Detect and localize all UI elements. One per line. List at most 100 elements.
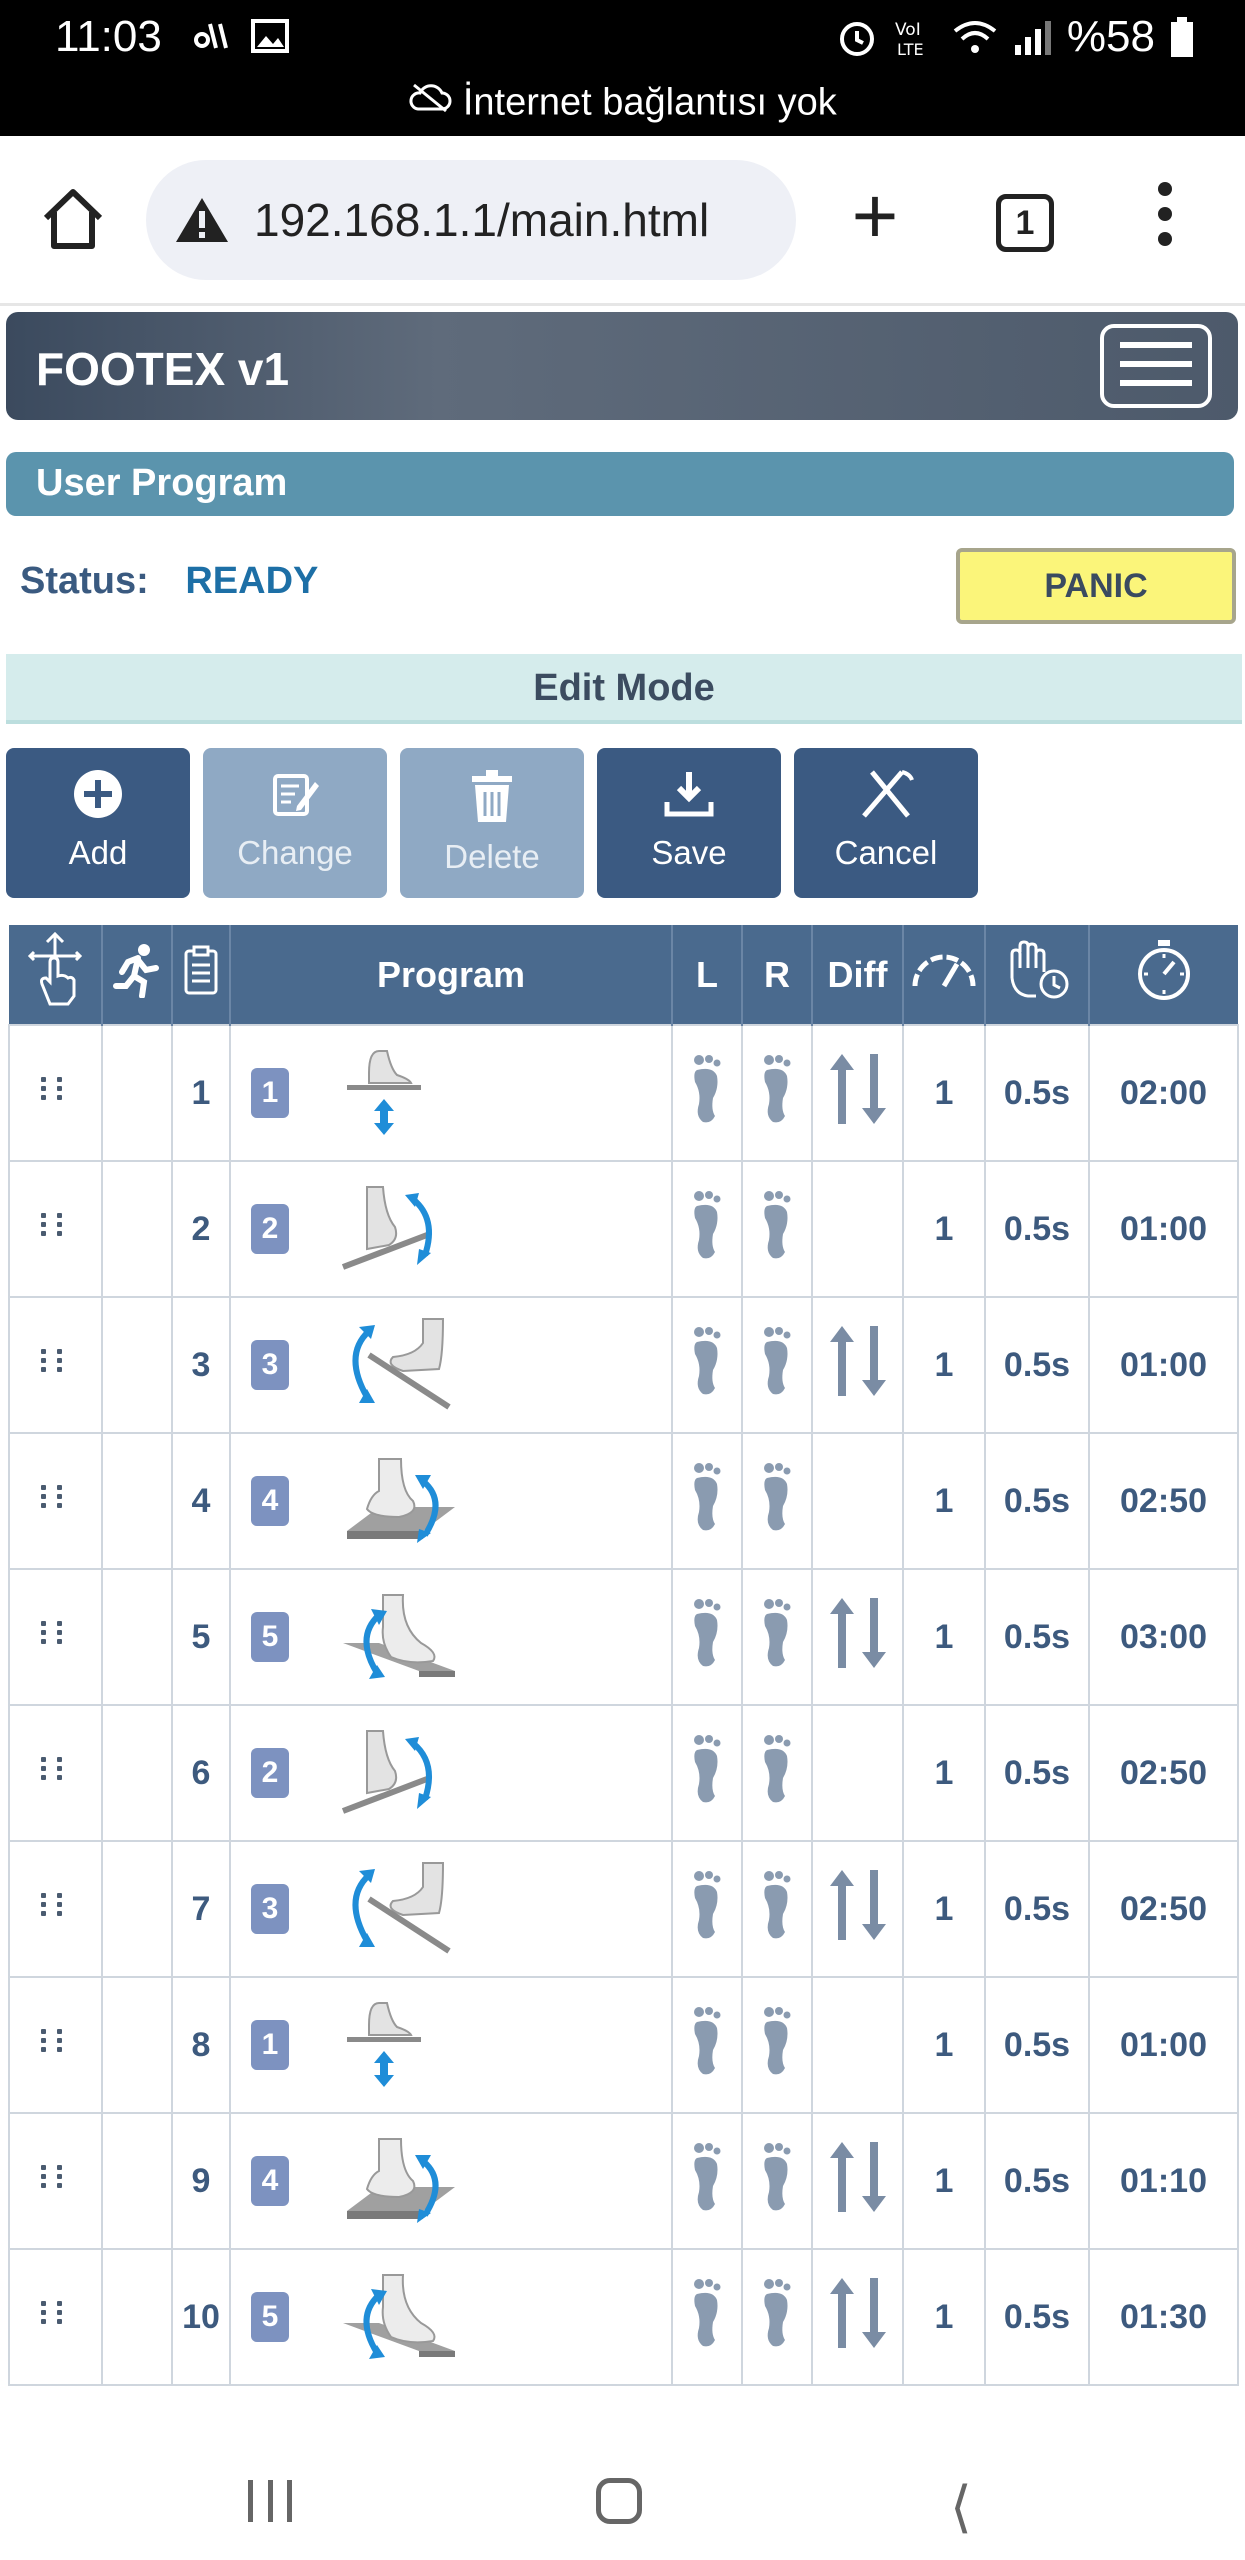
drag-handle-icon[interactable]	[40, 1212, 55, 1240]
speed-value: 1	[902, 1432, 986, 1570]
row-number: 7	[171, 1840, 231, 1978]
program-badge: 4	[251, 2156, 289, 2206]
drag-handle-icon[interactable]	[40, 1348, 55, 1376]
change-button[interactable]: Change	[203, 748, 387, 898]
address-bar[interactable]: 192.168.1.1/main.html	[146, 160, 796, 280]
drag-cell[interactable]	[8, 1432, 103, 1570]
right-foot-icon	[764, 2006, 791, 2074]
drag-cell[interactable]	[8, 1840, 103, 1978]
volte-icon: VoILTE	[895, 20, 924, 59]
delete-button[interactable]: Delete	[400, 748, 584, 898]
table-row[interactable]: 6 2 1 0.5s 02:50	[8, 1704, 1239, 1842]
column-speed	[902, 925, 985, 1025]
hamburger-menu-button[interactable]	[1100, 324, 1212, 408]
mode-cell	[101, 2112, 173, 2250]
plus-circle-icon	[74, 770, 122, 818]
duration-value: 01:00	[1088, 1976, 1239, 2114]
recent-apps-icon[interactable]	[248, 2480, 292, 2524]
new-tab-button[interactable]: +	[840, 176, 910, 256]
left-foot-icon	[694, 2278, 721, 2346]
left-foot-cell	[671, 1432, 743, 1570]
row-number: 9	[171, 2112, 231, 2250]
drag-handle-icon[interactable]	[40, 1892, 55, 1920]
system-status-bar: 11:03 VoI LTE %58 İnternet bağlantısı yok	[0, 0, 1245, 136]
home-nav-icon[interactable]	[596, 2478, 642, 2524]
drag-cell[interactable]	[8, 1568, 103, 1706]
mode-cell	[101, 1840, 173, 1978]
speed-value: 1	[902, 1840, 986, 1978]
tab-switcher-button[interactable]: 1	[996, 194, 1054, 252]
row-number: 1	[171, 1024, 231, 1162]
program-table: Program L R Diff 1 1 1 0.5s 02:00 2 2 1 0.5s 01:0…	[8, 925, 1239, 2386]
cloud-off-icon	[409, 83, 452, 113]
dorsiflex-icon	[341, 1730, 432, 1814]
column-diff: Diff	[811, 925, 903, 1025]
speedometer-icon	[912, 954, 976, 988]
back-icon[interactable]: ⟨	[950, 2474, 972, 2540]
table-row[interactable]: 7 3 1 0.5s 02:50	[8, 1840, 1239, 1978]
drag-cell[interactable]	[8, 2112, 103, 2250]
drag-handle-icon[interactable]	[40, 1756, 55, 1784]
section-header: User Program	[6, 452, 1234, 516]
table-row[interactable]: 5 5 1 0.5s 03:00	[8, 1568, 1239, 1706]
dorsiflex-icon	[341, 1186, 432, 1270]
drag-handle-icon[interactable]	[40, 2028, 55, 2056]
mode-cell	[101, 1432, 173, 1570]
save-button[interactable]: Save	[597, 748, 781, 898]
speed-value: 1	[902, 2248, 986, 2386]
table-row[interactable]: 4 4 1 0.5s 02:50	[8, 1432, 1239, 1570]
drag-cell[interactable]	[8, 1704, 103, 1842]
drag-handle-icon[interactable]	[40, 1620, 55, 1648]
drag-handle-icon[interactable]	[40, 2300, 55, 2328]
add-button[interactable]: Add	[6, 748, 190, 898]
program-cell: 2	[229, 1704, 673, 1842]
left-foot-cell	[671, 1296, 743, 1434]
mode-cell	[101, 1976, 173, 2114]
program-rows: 1 1 1 0.5s 02:00 2 2 1 0.5s 01:00 3 3 1 0.5s 01:00 4 4 1 0…	[8, 1024, 1239, 2386]
table-row[interactable]: 1 1 1 0.5s 02:00	[8, 1024, 1239, 1162]
program-cell: 1	[229, 1024, 673, 1162]
right-foot-icon	[764, 1054, 791, 1122]
left-foot-icon	[694, 1326, 721, 1394]
drag-handle-icon[interactable]	[40, 1076, 55, 1104]
speed-value: 1	[902, 1160, 986, 1298]
right-foot-icon	[764, 1598, 791, 1666]
table-row[interactable]: 2 2 1 0.5s 01:00	[8, 1160, 1239, 1298]
drag-handle-icon[interactable]	[40, 2164, 55, 2192]
program-badge: 5	[251, 1612, 289, 1662]
drag-cell[interactable]	[8, 1160, 103, 1298]
touch-drag-icon	[27, 931, 83, 1006]
image-icon	[251, 19, 289, 53]
right-foot-icon	[764, 1462, 791, 1530]
table-row[interactable]: 9 4 1 0.5s 01:10	[8, 2112, 1239, 2250]
program-badge: 1	[251, 2020, 289, 2070]
app-header: FOOTEX v1	[6, 312, 1238, 420]
alarm-icon	[839, 22, 874, 56]
up-down-arrows-icon	[829, 1053, 886, 1124]
hold-value: 0.5s	[984, 1432, 1090, 1570]
panic-button[interactable]: PANIC	[956, 548, 1236, 624]
table-row[interactable]: 10 5 1 0.5s 01:30	[8, 2248, 1239, 2386]
hold-value: 0.5s	[984, 1160, 1090, 1298]
row-number: 2	[171, 1160, 231, 1298]
drag-handle-icon[interactable]	[40, 1484, 55, 1512]
table-header-row: Program L R Diff	[9, 925, 1238, 1025]
download-icon	[664, 772, 714, 817]
drag-cell[interactable]	[8, 1024, 103, 1162]
table-row[interactable]: 3 3 1 0.5s 01:00	[8, 1296, 1239, 1434]
left-foot-icon	[694, 1462, 721, 1530]
app-title: FOOTEX v1	[36, 343, 290, 395]
drag-cell[interactable]	[8, 1296, 103, 1434]
home-icon[interactable]	[40, 186, 106, 252]
drag-cell[interactable]	[8, 2248, 103, 2386]
running-icon	[113, 944, 159, 999]
table-row[interactable]: 8 1 1 0.5s 01:00	[8, 1976, 1239, 2114]
voicemail-icon	[194, 23, 228, 49]
mode-cell	[101, 1568, 173, 1706]
plantarflex-icon	[352, 1862, 451, 1954]
browser-menu-button[interactable]	[1150, 182, 1180, 262]
left-foot-icon	[694, 2142, 721, 2210]
drag-cell[interactable]	[8, 1976, 103, 2114]
cancel-button[interactable]: Cancel	[794, 748, 978, 898]
hold-value: 0.5s	[984, 2248, 1090, 2386]
